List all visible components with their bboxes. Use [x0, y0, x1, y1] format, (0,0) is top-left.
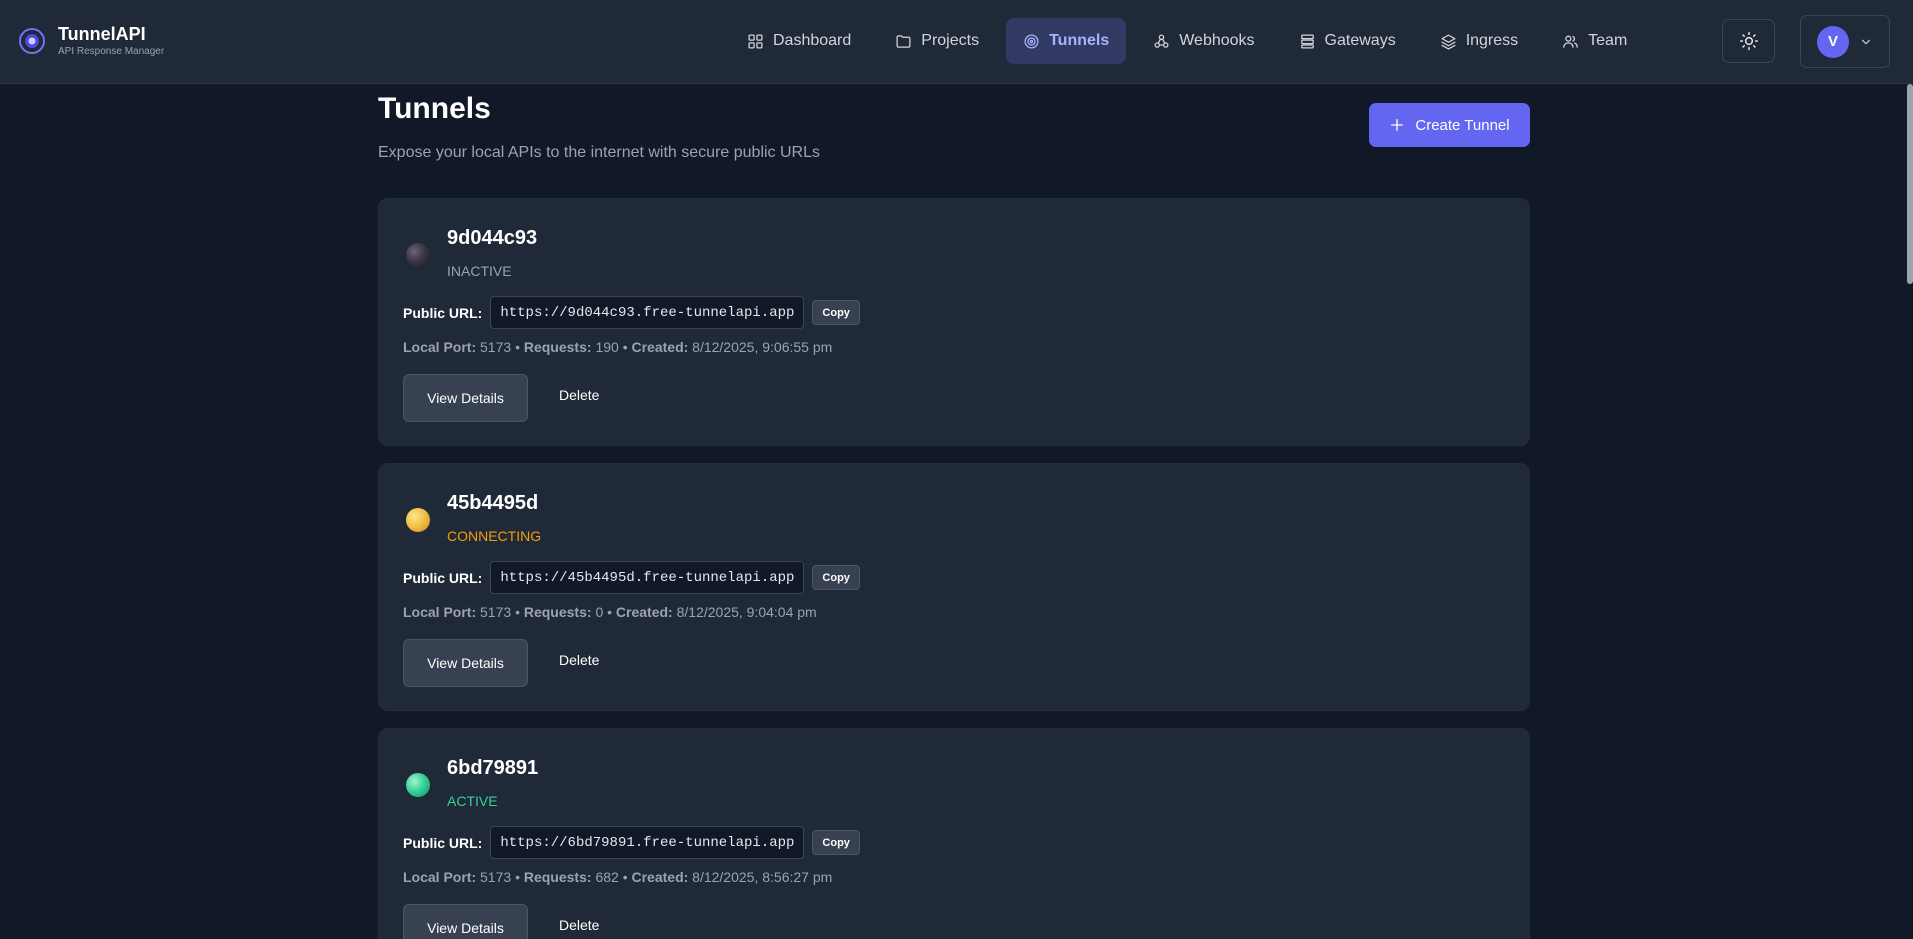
meta-separator: • — [622, 869, 628, 885]
theme-toggle-button[interactable] — [1722, 19, 1775, 63]
requests-value: 190 — [595, 339, 619, 355]
public-url-field[interactable]: https://9d044c93.free-tunnelapi.app — [490, 296, 805, 329]
nav-dashboard[interactable]: Dashboard — [730, 18, 868, 64]
nav-team-label: Team — [1588, 32, 1628, 49]
view-details-button[interactable]: View Details — [403, 374, 528, 422]
users-icon — [1563, 35, 1579, 48]
status-indicator-icon — [406, 773, 430, 797]
nav-ingress-label: Ingress — [1465, 32, 1519, 49]
tunnel-card: 9d044c93 INACTIVE Public URL: https://9d… — [378, 198, 1530, 446]
page-scrollbar[interactable] — [1907, 84, 1913, 939]
nav-webhooks-label: Webhooks — [1179, 32, 1255, 49]
user-menu-button[interactable]: V — [1800, 15, 1890, 68]
tunnel-id: 9d044c93 — [447, 227, 538, 249]
copy-button[interactable]: Copy — [812, 830, 860, 855]
public-url-label: Public URL: — [403, 304, 483, 321]
created-value: 8/12/2025, 9:04:04 pm — [676, 604, 817, 620]
status-badge: INACTIVE — [447, 263, 512, 279]
top-navbar: TunnelAPI API Response Manager Dashboard… — [0, 0, 1913, 84]
created-value: 8/12/2025, 9:06:55 pm — [692, 339, 833, 355]
public-url-field[interactable]: https://6bd79891.free-tunnelapi.app — [490, 826, 805, 859]
grid-icon — [748, 33, 763, 49]
nav-projects-label: Projects — [921, 32, 980, 49]
local-port-label: Local Port: — [403, 339, 477, 355]
created-label: Created: — [631, 339, 689, 355]
meta-separator: • — [515, 604, 520, 620]
local-port-label: Local Port: — [403, 869, 477, 885]
requests-value: 0 — [595, 604, 604, 620]
nav-tunnels[interactable]: Tunnels — [1006, 18, 1127, 64]
target-icon — [1024, 33, 1039, 49]
tunnel-meta: Local Port: 5173 • Requests: 0 • Created… — [403, 604, 817, 620]
requests-label: Requests: — [523, 339, 592, 355]
local-port-value: 5173 — [480, 604, 512, 620]
status-badge: ACTIVE — [447, 793, 498, 809]
plus-icon — [1391, 119, 1404, 131]
local-port-value: 5173 — [480, 869, 512, 885]
create-tunnel-button[interactable]: Create Tunnel — [1369, 103, 1530, 147]
brand-tagline: API Response Manager — [58, 46, 165, 57]
status-badge: CONNECTING — [447, 528, 542, 544]
created-value: 8/12/2025, 8:56:27 pm — [692, 869, 833, 885]
nav-gateways-label: Gateways — [1324, 32, 1396, 49]
nav-team[interactable]: Team — [1545, 18, 1644, 64]
main-nav: Dashboard Projects Tunnels Webhooks Gate… — [730, 18, 1654, 64]
public-url-field[interactable]: https://45b4495d.free-tunnelapi.app — [490, 561, 805, 594]
tunnel-id: 45b4495d — [447, 492, 539, 514]
local-port-value: 5173 — [480, 339, 512, 355]
sun-icon — [1739, 31, 1758, 51]
status-indicator-icon — [406, 243, 430, 267]
tunnel-logo-icon — [19, 28, 45, 54]
delete-button[interactable]: Delete — [559, 387, 599, 403]
scrollbar-thumb[interactable] — [1907, 84, 1913, 284]
create-tunnel-label: Create Tunnel — [1415, 116, 1510, 134]
meta-separator: • — [622, 339, 628, 355]
nav-webhooks[interactable]: Webhooks — [1136, 18, 1271, 64]
meta-separator: • — [607, 604, 613, 620]
public-url-row: Public URL: https://9d044c93.free-tunnel… — [403, 296, 860, 329]
meta-separator: • — [515, 339, 520, 355]
folder-icon — [896, 34, 911, 48]
public-url-label: Public URL: — [403, 834, 483, 851]
public-url-row: Public URL: https://6bd79891.free-tunnel… — [403, 826, 860, 859]
brand[interactable]: TunnelAPI API Response Manager — [18, 24, 164, 58]
requests-value: 682 — [595, 869, 619, 885]
tunnel-card: 45b4495d CONNECTING Public URL: https://… — [378, 463, 1530, 711]
nav-dashboard-label: Dashboard — [773, 32, 852, 49]
nav-gateways[interactable]: Gateways — [1282, 18, 1413, 64]
view-details-button[interactable]: View Details — [403, 904, 528, 939]
created-label: Created: — [615, 604, 673, 620]
public-url-label: Public URL: — [403, 569, 483, 586]
public-url-row: Public URL: https://45b4495d.free-tunnel… — [403, 561, 860, 594]
chevron-down-icon — [1861, 39, 1871, 44]
meta-separator: • — [515, 869, 520, 885]
delete-button[interactable]: Delete — [559, 652, 599, 668]
avatar: V — [1817, 25, 1849, 58]
server-icon — [1300, 33, 1314, 49]
delete-button[interactable]: Delete — [559, 917, 599, 933]
requests-label: Requests: — [523, 604, 592, 620]
layers-icon — [1441, 33, 1456, 50]
nav-projects[interactable]: Projects — [878, 18, 996, 64]
tunnel-id: 6bd79891 — [447, 757, 539, 779]
tunnel-meta: Local Port: 5173 • Requests: 190 • Creat… — [403, 339, 832, 355]
status-indicator-icon — [406, 508, 430, 532]
created-label: Created: — [631, 869, 689, 885]
tunnel-meta: Local Port: 5173 • Requests: 682 • Creat… — [403, 869, 832, 885]
copy-button[interactable]: Copy — [812, 300, 860, 325]
page-title: Tunnels — [378, 92, 491, 125]
tunnel-card: 6bd79891 ACTIVE Public URL: https://6bd7… — [378, 728, 1530, 939]
view-details-button[interactable]: View Details — [403, 639, 528, 687]
requests-label: Requests: — [523, 869, 592, 885]
local-port-label: Local Port: — [403, 604, 477, 620]
page-subtitle: Expose your local APIs to the internet w… — [378, 144, 820, 161]
nav-tunnels-label: Tunnels — [1049, 32, 1110, 49]
copy-button[interactable]: Copy — [812, 565, 860, 590]
webhook-icon — [1154, 33, 1169, 48]
brand-name: TunnelAPI — [58, 24, 146, 44]
nav-ingress[interactable]: Ingress — [1423, 18, 1535, 64]
